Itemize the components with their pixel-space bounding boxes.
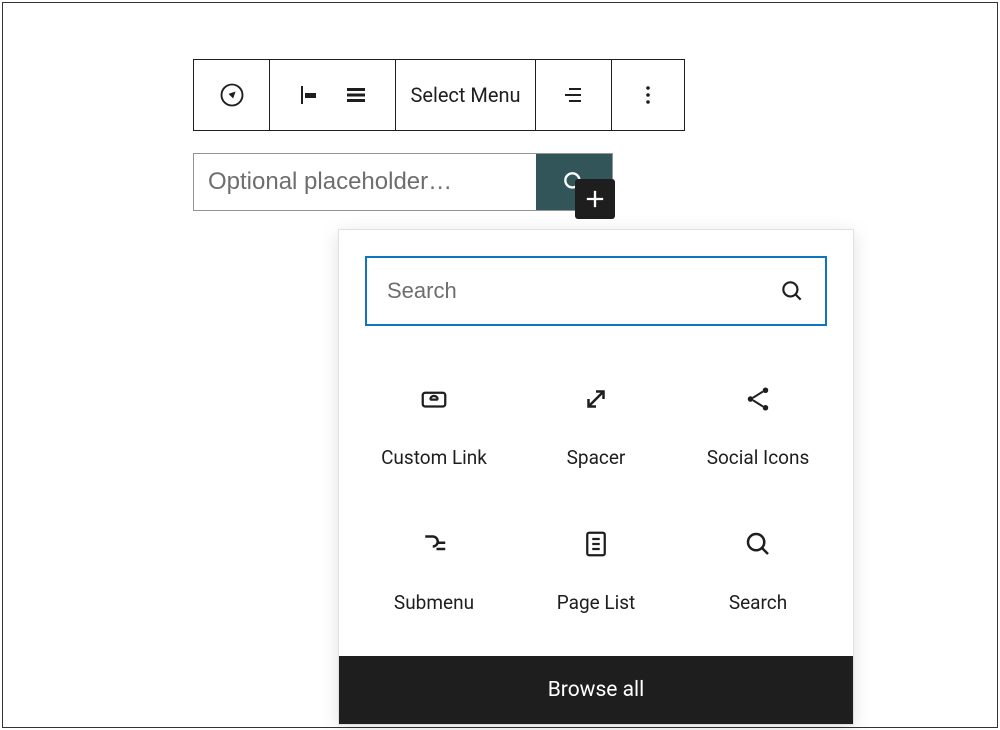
editor-canvas: Select Menu — [2, 2, 998, 728]
block-item-search[interactable]: Search — [677, 499, 839, 644]
compass-icon — [218, 81, 246, 109]
alignment-group — [270, 60, 396, 130]
search-block — [193, 153, 613, 211]
list-outdent-icon — [562, 83, 586, 107]
more-vertical-icon — [636, 83, 660, 107]
browse-all-label: Browse all — [548, 678, 645, 702]
list-format-button[interactable] — [536, 60, 612, 130]
spacer-icon — [581, 384, 611, 414]
inserter-search-input[interactable] — [387, 278, 779, 304]
select-menu-button[interactable]: Select Menu — [396, 60, 536, 130]
inserter-search-field[interactable] — [365, 256, 827, 326]
block-item-social-icons[interactable]: Social Icons — [677, 354, 839, 499]
more-options-button[interactable] — [612, 60, 684, 130]
search-icon — [779, 278, 805, 304]
block-grid: Custom Link Spacer Social Icons — [339, 334, 853, 656]
link-icon — [419, 384, 449, 414]
page-list-icon — [581, 529, 611, 559]
navigation-block-selector-button[interactable] — [194, 60, 270, 130]
block-label: Page List — [557, 591, 636, 614]
block-item-custom-link[interactable]: Custom Link — [353, 354, 515, 499]
block-item-page-list[interactable]: Page List — [515, 499, 677, 644]
plus-icon — [581, 185, 609, 213]
block-label: Spacer — [567, 446, 626, 469]
block-item-submenu[interactable]: Submenu — [353, 499, 515, 644]
block-label: Submenu — [394, 591, 474, 614]
align-left-icon[interactable] — [298, 83, 322, 107]
insert-block-button[interactable] — [575, 179, 615, 219]
block-label: Social Icons — [707, 446, 810, 469]
block-item-spacer[interactable]: Spacer — [515, 354, 677, 499]
justify-icon[interactable] — [344, 83, 368, 107]
submenu-icon — [419, 529, 449, 559]
block-inserter-popover: Custom Link Spacer Social Icons — [338, 229, 854, 725]
share-icon — [743, 384, 773, 414]
block-label: Custom Link — [381, 446, 487, 469]
block-toolbar: Select Menu — [193, 59, 685, 131]
search-block-input[interactable] — [194, 154, 536, 210]
search-icon — [743, 529, 773, 559]
select-menu-label: Select Menu — [410, 83, 520, 107]
inserter-search-wrap — [339, 230, 853, 334]
block-label: Search — [729, 591, 787, 614]
browse-all-button[interactable]: Browse all — [339, 656, 853, 724]
